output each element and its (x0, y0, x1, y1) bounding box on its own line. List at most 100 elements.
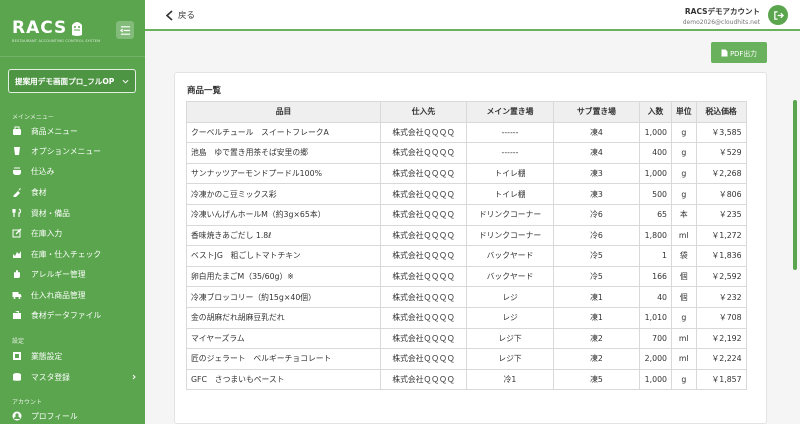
cell-supplier: 株式会社ＱＱＱＱ (380, 203, 467, 226)
back-button[interactable]: 戻る (165, 9, 195, 21)
data-file-icon (13, 311, 21, 319)
cell-quantity: 166 (639, 265, 672, 288)
cell-quantity: 1,000 (639, 121, 672, 144)
sidebar-item-business[interactable]: 業態設定 (12, 348, 137, 364)
prep-icon (13, 167, 21, 176)
cell-main-location: ドリンクコーナー (466, 203, 554, 226)
purchase-icon (12, 292, 22, 299)
cell-unit: ml (671, 224, 697, 247)
cell-sub-location: 冷5 (553, 245, 640, 267)
cell-sub-location: 凍3 (553, 162, 640, 185)
section-main-menu: メインメニュー (12, 114, 54, 121)
table-row[interactable]: サンナッツアーモンドプードル100% 株式会社ＱＱＱＱ トイレ棚 凍3 1,000 g ￥2… (186, 162, 747, 185)
top-header: 戻る RACSデモアカウント demo2026@cloudhits.net (145, 0, 800, 31)
section-settings: 設定 (12, 338, 25, 345)
table-row[interactable]: 池島 ゆで置き用茶そば安里の郷 株式会社ＱＱＱＱ ------ 凍4 400 g ￥529 (186, 142, 747, 164)
table-row[interactable]: 香味焼きあごだし 1.8ℓ 株式会社ＱＱＱＱ ドリンクコーナー 冷6 1,800 ml ￥1… (186, 224, 747, 247)
cell-main-location: レジ (466, 286, 554, 308)
logout-icon (773, 10, 784, 20)
file-icon (721, 49, 728, 56)
cell-price: ￥3,585 (695, 121, 747, 144)
cell-supplier: 株式会社ＱＱＱＱ (380, 265, 467, 288)
sidebar-item-data-file[interactable]: 食材データファイル (12, 307, 137, 323)
cell-sub-location: 冷5 (553, 265, 640, 288)
stock-check-icon (13, 251, 21, 258)
pdf-export-button[interactable]: PDF出力 (711, 42, 767, 63)
cell-price: ￥232 (695, 286, 747, 308)
cell-item: クーベルチュール スイートフレークA (186, 121, 381, 144)
product-list-card: 商品一覧 品目 仕入先 メイン置き場 サブ置き場 入数 単位 税込価格 クーベル… (174, 72, 767, 424)
sidebar-item-product-menu[interactable]: 商品メニュー (12, 123, 137, 139)
column-header-quantity: 入数 (639, 101, 672, 123)
chevron-down-icon (122, 79, 129, 84)
table-row[interactable]: 冷凍いんげんホールM（約3g×65本） 株式会社ＱＱＱＱ ドリンクコーナー 冷6 65 本… (186, 203, 747, 226)
table-row[interactable]: 匠のジェラート ベルギーチョコレート 株式会社ＱＱＱＱ レジ下 凍2 2,000 ml ￥2… (186, 348, 747, 370)
logout-button[interactable] (768, 5, 788, 25)
account-info: RACSデモアカウント demo2026@cloudhits.net (683, 6, 760, 26)
cell-item: 金の胡麻だれ胡麻豆乳だれ (186, 306, 381, 329)
table-row[interactable]: 冷凍ブロッコリー（約15g×40個） 株式会社ＱＱＱＱ レジ 凍1 40 個 ￥232 (186, 286, 747, 308)
sidebar-item-stock-input[interactable]: 在庫入力 (12, 225, 137, 241)
table-row[interactable]: マイヤーズラム 株式会社ＱＱＱＱ レジ下 凍2 700 ml ￥2,192 (186, 327, 747, 350)
table-row[interactable]: 金の胡麻だれ胡麻豆乳だれ 株式会社ＱＱＱＱ レジ 凍1 1,010 g ￥708 (186, 306, 747, 329)
chevron-left-icon (165, 9, 173, 21)
sidebar-item-allergy[interactable]: アレルギー管理 (12, 266, 137, 282)
cell-unit: 本 (671, 203, 697, 226)
cell-quantity: 400 (639, 142, 672, 164)
cell-unit: g (671, 142, 697, 164)
account-email: demo2026@cloudhits.net (682, 19, 760, 26)
sidebar-item-prep[interactable]: 仕込み (12, 163, 137, 179)
sidebar-item-stock-check[interactable]: 在庫・仕入チェック (12, 246, 137, 262)
cell-unit: 個 (671, 286, 697, 308)
cell-item: 池島 ゆで置き用茶そば安里の郷 (186, 142, 381, 164)
cell-quantity: 1,000 (639, 368, 672, 391)
ingredient-icon (13, 188, 21, 197)
cell-sub-location: 凍4 (553, 121, 640, 144)
cell-main-location: 冷1 (466, 368, 554, 391)
brand-subtitle: RESTAURANT ACCOUNTING CONTROL SYSTEM (12, 39, 101, 43)
scrollbar[interactable] (793, 100, 797, 270)
sidebar-item-master[interactable]: マスタ登録 (12, 369, 137, 385)
table-row[interactable]: ベストJG 粗ごしトマトチキン 株式会社ＱＱＱＱ バックヤード 冷5 1 袋 ￥1,836 (186, 245, 747, 267)
sidebar-item-profile[interactable]: プロフィール (12, 408, 137, 424)
cell-price: ￥1,857 (695, 368, 747, 391)
cell-supplier: 株式会社ＱＱＱＱ (380, 245, 467, 267)
cell-quantity: 2,000 (639, 348, 672, 370)
cell-main-location: バックヤード (466, 265, 554, 288)
card-title: 商品一覧 (187, 86, 222, 96)
cell-item: GFC さつまいもペースト (186, 368, 381, 391)
column-header-unit: 単位 (671, 101, 697, 123)
master-icon (13, 373, 21, 381)
column-header-sub-location: サブ置き場 (553, 101, 640, 123)
brand-logo[interactable]: RACS (12, 18, 84, 38)
allergy-icon (14, 270, 20, 278)
cell-sub-location: 凍1 (553, 286, 640, 308)
sidebar-item-ingredients[interactable]: 食材 (12, 184, 137, 200)
sidebar-item-option-menu[interactable]: オプションメニュー (12, 143, 137, 159)
cell-quantity: 1,000 (639, 162, 672, 185)
sidebar-item-supplies[interactable]: 資材・備品 (12, 205, 137, 221)
table-header-row: 品目 仕入先 メイン置き場 サブ置き場 入数 単位 税込価格 (186, 101, 747, 123)
cell-supplier: 株式会社ＱＱＱＱ (380, 142, 467, 164)
org-select[interactable]: 提案用デモ画面プロ_フルOP (8, 69, 136, 93)
table-row[interactable]: クーベルチュール スイートフレークA 株式会社ＱＱＱＱ ------ 凍4 1,000 g… (186, 121, 747, 144)
cell-price: ￥708 (695, 306, 747, 329)
cell-quantity: 1 (639, 245, 672, 267)
table-row[interactable]: GFC さつまいもペースト 株式会社ＱＱＱＱ 冷1 凍5 1,000 g ￥1,857 (186, 368, 747, 391)
cell-sub-location: 凍5 (553, 368, 640, 391)
column-header-price: 税込価格 (695, 101, 747, 123)
cell-unit: g (671, 306, 697, 329)
account-name: RACSデモアカウント (684, 7, 760, 16)
cell-item: マイヤーズラム (186, 327, 381, 350)
cell-unit: 個 (671, 265, 697, 288)
table-row[interactable]: 冷凍かのこ豆ミックス彩 株式会社ＱＱＱＱ トイレ棚 凍3 500 g ￥806 (186, 183, 747, 205)
sidebar-collapse-button[interactable] (116, 21, 134, 39)
table-row[interactable]: 卵白用たまごM（35/60g）※ 株式会社ＱＱＱＱ バックヤード 冷5 166 個 ￥2,5… (186, 265, 747, 288)
cell-main-location: レジ (466, 306, 554, 329)
column-header-main-location: メイン置き場 (466, 101, 554, 123)
cell-sub-location: 凍1 (553, 306, 640, 329)
cell-price: ￥529 (695, 142, 747, 164)
product-menu-icon (13, 126, 21, 135)
column-header-supplier: 仕入先 (380, 101, 467, 123)
sidebar-item-purchase[interactable]: 仕入れ商品管理 (12, 287, 137, 303)
